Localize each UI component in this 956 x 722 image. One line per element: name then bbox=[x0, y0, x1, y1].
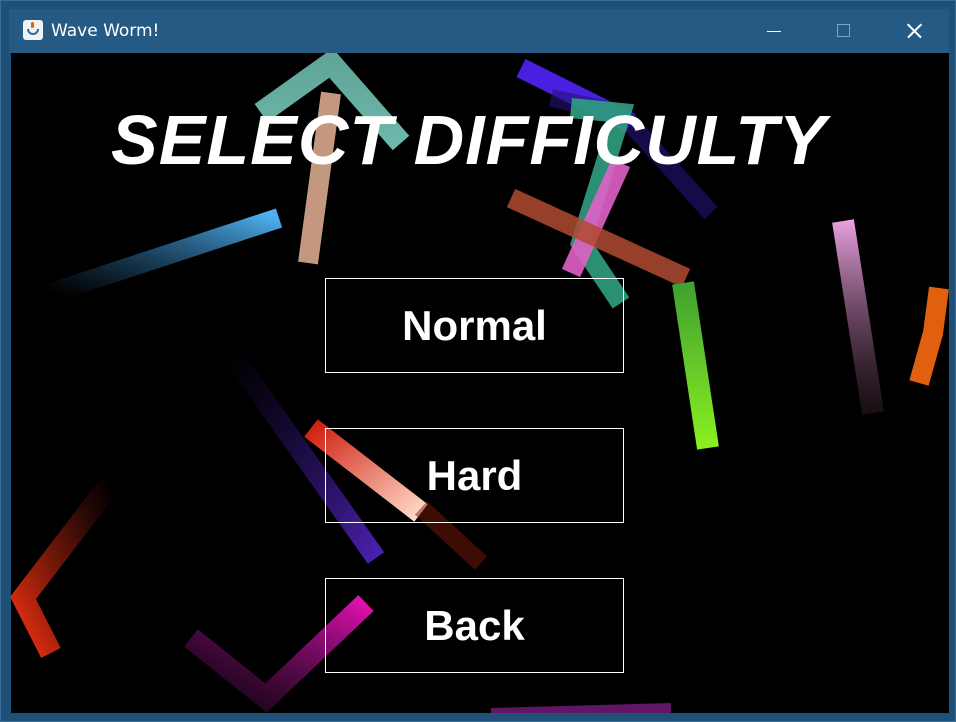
worm-blue bbox=[47, 208, 283, 303]
worm-bottom bbox=[490, 703, 672, 713]
worm-red bbox=[11, 476, 120, 658]
worm-green bbox=[672, 281, 719, 450]
app-window: Wave Worm! SELECT DIFFICULTY Normal Hard… bbox=[0, 0, 956, 722]
hard-button[interactable]: Hard bbox=[325, 428, 624, 523]
game-canvas: SELECT DIFFICULTY Normal Hard Back bbox=[11, 53, 949, 713]
normal-button-label: Normal bbox=[402, 301, 547, 349]
back-button-label: Back bbox=[424, 601, 525, 649]
title-bar[interactable]: Wave Worm! bbox=[9, 9, 949, 53]
hard-button-label: Hard bbox=[426, 451, 523, 499]
close-button[interactable] bbox=[881, 9, 945, 53]
window-title: Wave Worm! bbox=[51, 21, 160, 41]
menu-heading: SELECT DIFFICULTY bbox=[111, 101, 827, 179]
worm-orange bbox=[909, 286, 949, 386]
normal-button[interactable]: Normal bbox=[325, 278, 624, 373]
maximize-button[interactable] bbox=[811, 9, 875, 53]
minimize-button[interactable] bbox=[741, 9, 805, 53]
back-button[interactable]: Back bbox=[325, 578, 624, 673]
worm-lightpink bbox=[832, 219, 884, 415]
java-cup-icon bbox=[23, 20, 43, 40]
